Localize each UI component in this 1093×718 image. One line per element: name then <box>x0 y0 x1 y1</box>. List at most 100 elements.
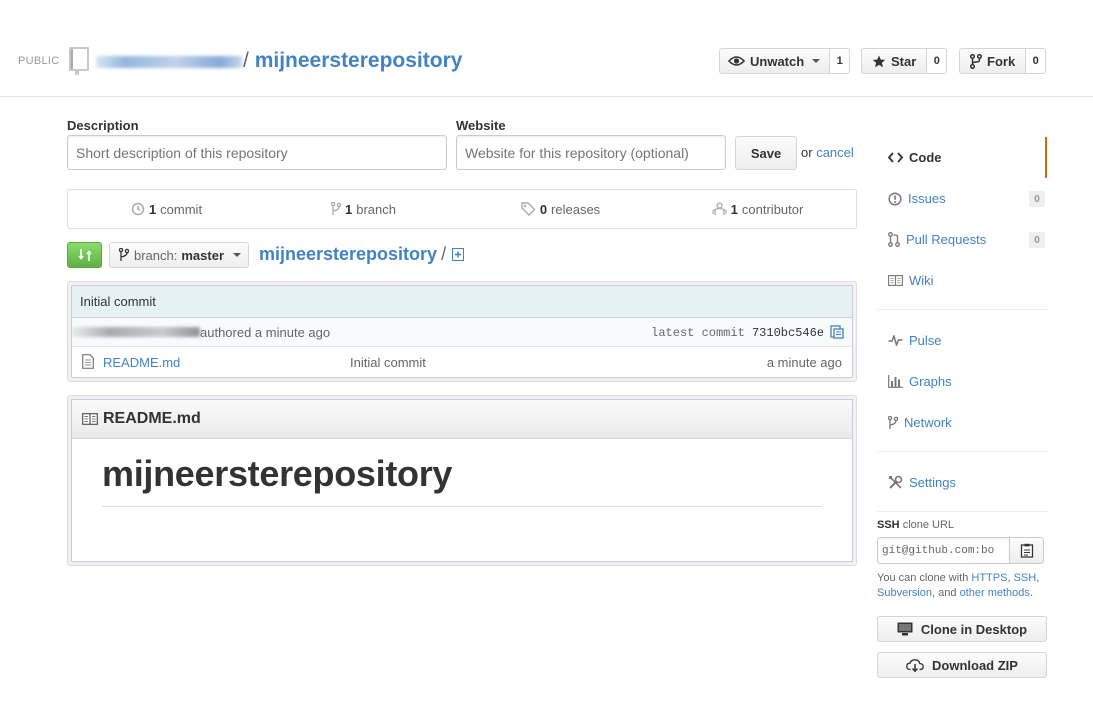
commit-meta: authored a minute ago latest commit 7310… <box>72 318 852 347</box>
compare-button[interactable] <box>67 242 102 268</box>
clone-url-box <box>877 537 1044 564</box>
issue-icon <box>888 191 902 206</box>
star-label: Star <box>891 53 917 69</box>
website-field[interactable] <box>456 135 726 170</box>
releases-count: 0 <box>539 201 548 217</box>
latest-commit: latest commit 7310bc546e <box>651 326 824 340</box>
clipboard-icon[interactable] <box>830 324 844 339</box>
commits-label: commit <box>160 201 203 217</box>
sidebar-item-settings[interactable]: Settings <box>877 462 1047 503</box>
sidebar-item-pull-requests[interactable]: Pull Requests 0 <box>877 219 1047 260</box>
sidebar-item-wiki[interactable]: Wiki <box>877 260 1047 301</box>
branch-icon <box>331 202 341 215</box>
clone-https-link[interactable]: HTTPS <box>971 572 1007 584</box>
clone-url-input[interactable] <box>877 537 1010 564</box>
or-text: or <box>801 145 813 160</box>
description-label: Description <box>67 118 139 133</box>
commit-sha[interactable]: 7310bc546e <box>752 326 824 340</box>
code-icon <box>888 152 903 163</box>
owner-name-blurred[interactable] <box>96 56 242 68</box>
compare-icon <box>77 249 92 261</box>
readme-header: README.md <box>72 400 852 439</box>
book-icon <box>82 413 98 425</box>
sidebar-item-code[interactable]: Code <box>877 137 1047 178</box>
unwatch-button[interactable]: Unwatch <box>719 48 831 74</box>
repo-title: / mijneersterepository <box>243 48 462 74</box>
readme-filename: README.md <box>103 410 201 427</box>
graph-icon <box>888 375 903 388</box>
nav-group-stats: Pulse Graphs Network <box>877 310 1047 452</box>
organization-icon <box>712 202 727 215</box>
save-button[interactable]: Save <box>735 136 797 170</box>
download-zip-button[interactable]: Download ZIP <box>877 652 1047 678</box>
commit-authored: authored a minute ago <box>200 324 331 340</box>
branch-icon <box>888 415 898 429</box>
cancel-link[interactable]: cancel <box>816 145 854 160</box>
clone-in-desktop-button[interactable]: Clone in Desktop <box>877 616 1047 642</box>
author-name-blurred[interactable] <box>72 327 200 337</box>
clone-help-period: . <box>1029 587 1033 599</box>
latest-commit-label: latest commit <box>651 326 745 340</box>
sidebar-item-graphs[interactable]: Graphs <box>877 361 1047 402</box>
releases-summary[interactable]: 0 releases <box>462 190 659 228</box>
website-label: Website <box>456 118 506 133</box>
chevron-down-icon <box>233 253 242 257</box>
clone-other-methods-link[interactable]: other methods <box>960 587 1030 599</box>
clipboard-icon[interactable] <box>1010 537 1044 564</box>
clone-label-text: clone URL <box>902 519 955 531</box>
branch-prefix: branch: <box>134 247 178 263</box>
commits-summary[interactable]: 1 commit <box>68 190 265 228</box>
title-slash: / <box>243 49 249 72</box>
sidebar-settings-label: Settings <box>909 475 956 490</box>
clone-desktop-label: Clone in Desktop <box>920 621 1028 637</box>
releases-label: releases <box>551 201 601 217</box>
pulls-counter: 0 <box>1029 232 1045 248</box>
breadcrumb-repo-link[interactable]: mijneersterepository <box>259 244 437 264</box>
cloud-download-icon <box>906 658 924 672</box>
forks-count[interactable]: 0 <box>1026 48 1047 74</box>
new-file-icon[interactable] <box>452 248 464 261</box>
clone-help-prefix: You can clone with <box>877 572 969 584</box>
sidebar-item-pulse[interactable]: Pulse <box>877 320 1047 361</box>
watchers-count[interactable]: 1 <box>830 48 851 74</box>
sidebar-item-network[interactable]: Network <box>877 402 1047 443</box>
star-icon <box>872 55 886 67</box>
branch-selector[interactable]: branch: master <box>109 242 249 268</box>
clone-url-label: SSH clone URL <box>877 519 954 531</box>
sidebar-item-issues[interactable]: Issues 0 <box>877 178 1047 219</box>
sidebar-pulls-label: Pull Requests <box>906 232 987 247</box>
breadcrumb: mijneersterepository / <box>259 242 446 266</box>
desktop-icon <box>897 622 913 636</box>
fork-icon <box>970 53 982 69</box>
file-name-link[interactable]: README.md <box>103 355 350 370</box>
repo-book-icon <box>68 46 92 76</box>
sidebar-wiki-label: Wiki <box>909 273 934 288</box>
eye-icon <box>728 56 745 66</box>
repo-sidebar: Code Issues 0 Pull Requests 0 Wiki Pulse… <box>877 121 1047 512</box>
stargazers-count[interactable]: 0 <box>927 48 948 74</box>
branch-icon <box>119 248 129 261</box>
tools-icon <box>889 475 903 489</box>
file-row: README.md Initial commit a minute ago <box>72 347 852 377</box>
issues-counter: 0 <box>1029 191 1045 207</box>
clone-subversion-link[interactable]: Subversion <box>877 587 932 599</box>
sidebar-code-label: Code <box>909 150 942 165</box>
contributors-label: contributor <box>741 201 804 217</box>
file-text-icon <box>82 353 94 372</box>
file-browser: Initial commit authored a minute ago lat… <box>67 281 857 382</box>
fork-button[interactable]: Fork <box>959 48 1027 74</box>
contributors-summary[interactable]: 1 contributor <box>659 190 856 228</box>
commit-message[interactable]: Initial commit <box>72 286 852 318</box>
watch-group: Unwatch 1 <box>719 48 851 74</box>
file-commit-message[interactable]: Initial commit <box>350 355 426 370</box>
clone-ssh-link[interactable]: SSH <box>1014 572 1037 584</box>
commits-count: 1 <box>148 201 157 217</box>
star-button[interactable]: Star <box>861 48 928 74</box>
sidebar-issues-label: Issues <box>908 191 946 206</box>
branches-summary[interactable]: 1 branch <box>265 190 462 228</box>
description-field[interactable] <box>67 135 447 170</box>
visibility-label: PUBLIC <box>18 55 60 67</box>
repo-name-link[interactable]: mijneersterepository <box>255 49 463 72</box>
branches-label: branch <box>356 201 396 217</box>
nav-group-admin: Settings <box>877 452 1047 512</box>
